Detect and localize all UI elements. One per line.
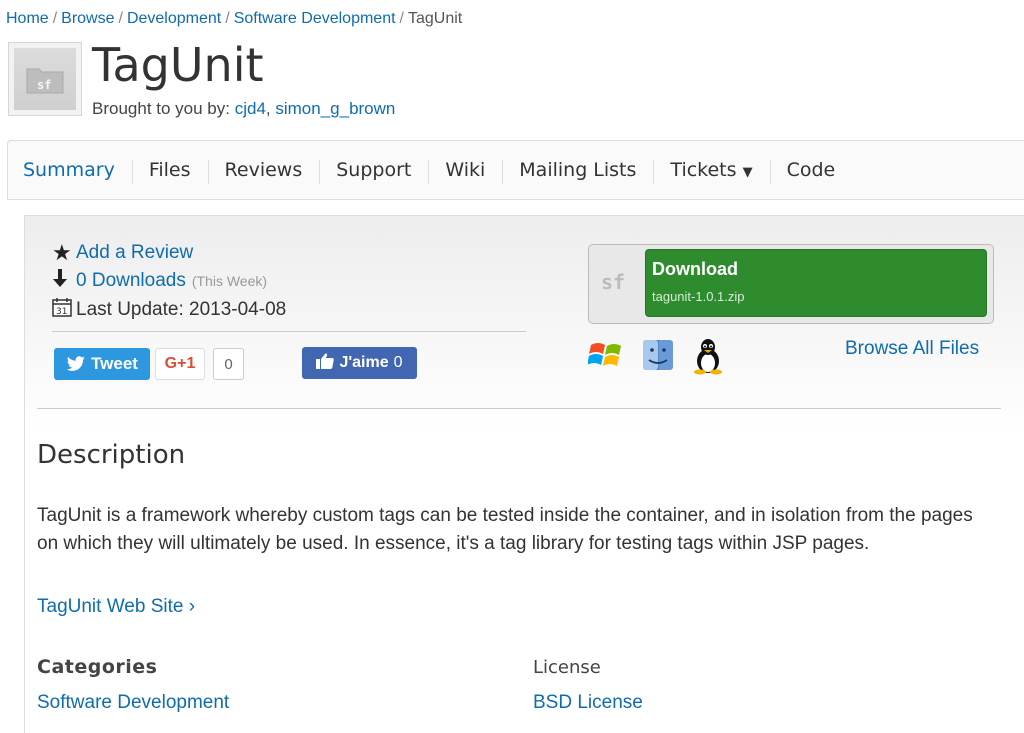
svg-text:sf: sf [37,78,51,92]
gplus-count: 0 [213,348,244,380]
project-icon: sf [8,42,82,116]
description-heading: Description [37,440,186,470]
linux-icon [691,337,725,375]
tab-tickets[interactable]: Tickets ▼ [653,159,769,184]
tab-files[interactable]: Files [131,159,208,184]
facebook-like-button[interactable]: J'aime 0 [302,347,417,379]
author-link-simon-g-brown[interactable]: simon_g_brown [275,99,395,118]
thumbs-up-icon [316,352,335,374]
tab-support[interactable]: Support [319,159,428,184]
facebook-like-label: J'aime [339,354,389,371]
breadcrumb: Home / Browse / Development / Software Develop… [6,10,463,27]
download-button-label[interactable]: Download [652,259,738,280]
brought-label: Brought to you by: [92,99,230,118]
star-icon: ★ [52,240,72,265]
project-title: TagUnit [92,38,264,92]
breadcrumb-software-development[interactable]: Software Development [234,10,396,27]
tweet-label: Tweet [91,354,138,373]
project-website-link[interactable]: TagUnit Web Site › [37,596,195,618]
downloads-row: 0 Downloads (This Week) [52,268,267,294]
breadcrumb-current: TagUnit [408,10,463,27]
brought-to-you-by: Brought to you by: cjd4, simon_g_brown [92,99,396,118]
svg-text:31: 31 [56,307,67,317]
sf-logo-icon: sf [601,270,626,294]
breadcrumb-development[interactable]: Development [127,10,221,27]
calendar-icon: 31 [52,297,76,323]
stats-divider [52,331,526,332]
project-nav-tabs: Summary Files Reviews Support Wiki Maili… [7,140,1024,200]
mac-icon [640,337,676,373]
tweet-button[interactable]: Tweet [54,348,150,380]
author-link-cjd4[interactable]: cjd4 [235,99,266,118]
tab-tickets-label: Tickets [670,159,737,181]
categories-heading: Categories [37,656,158,678]
browse-all-files-link[interactable]: Browse All Files [845,338,979,360]
tab-code[interactable]: Code [769,159,853,184]
gplus-button[interactable]: G+1 [155,348,205,380]
tab-wiki[interactable]: Wiki [428,159,502,184]
add-review-link[interactable]: Add a Review [76,242,193,264]
tab-reviews[interactable]: Reviews [207,159,320,184]
twitter-bird-icon [66,356,85,371]
breadcrumb-browse[interactable]: Browse [61,10,114,27]
last-update-text: Last Update: 2013-04-08 [76,299,287,320]
download-filename[interactable]: tagunit-1.0.1.zip [652,289,745,304]
sf-folder-icon: sf [26,68,64,94]
description-text: TagUnit is a framework whereby custom ta… [37,505,973,554]
license-heading: License [533,657,601,678]
tab-summary[interactable]: Summary [23,159,132,181]
windows-icon [588,337,626,371]
last-update-row: 31 Last Update: 2013-04-08 [52,297,286,323]
category-link-software-development[interactable]: Software Development [37,692,229,714]
license-link-bsd[interactable]: BSD License [533,692,643,714]
download-arrow-icon [52,268,76,294]
add-review-row: ★ Add a Review [52,240,193,266]
downloads-period: (This Week) [191,273,268,289]
downloads-link[interactable]: 0 Downloads [76,270,186,292]
section-divider [37,408,1001,409]
tab-mailing-lists[interactable]: Mailing Lists [502,159,653,184]
breadcrumb-home[interactable]: Home [6,10,49,27]
chevron-down-icon: ▼ [742,165,753,180]
facebook-like-count: 0 [393,354,403,371]
